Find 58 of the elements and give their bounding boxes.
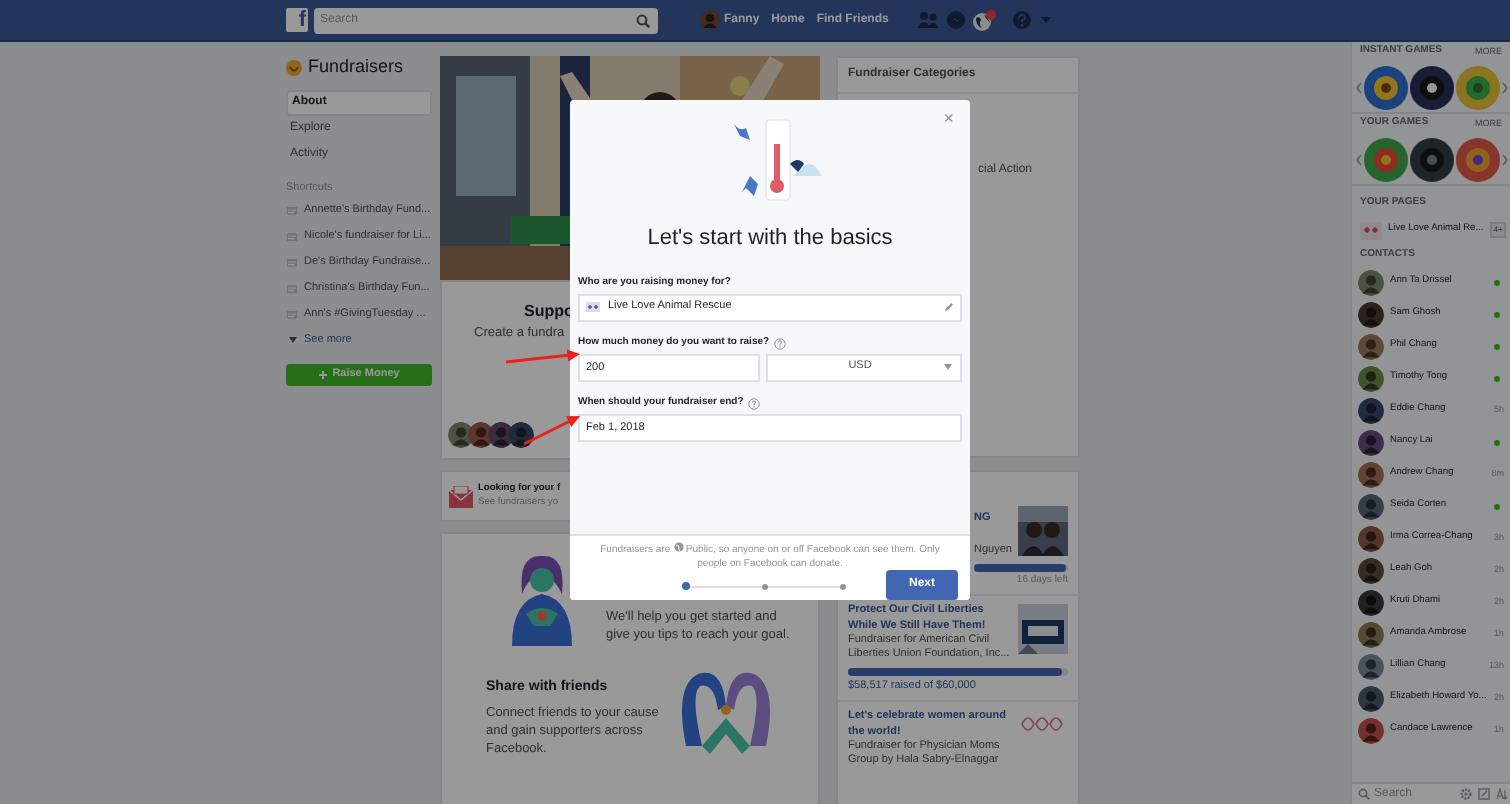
contact-avatar	[1358, 301, 1384, 327]
organization-logo-icon	[586, 302, 600, 312]
fundraiser-icon	[286, 258, 298, 268]
contact-avatar	[1358, 333, 1384, 359]
page-title: Fundraisers	[308, 54, 404, 81]
game-icon[interactable]	[1363, 65, 1407, 109]
contact-avatar	[1358, 461, 1384, 487]
chevron-left-icon[interactable]	[1355, 153, 1361, 165]
logo[interactable]: f	[286, 8, 308, 32]
contact-avatar	[1358, 397, 1384, 423]
contact-avatar	[1358, 429, 1384, 455]
compose-icon[interactable]	[1478, 788, 1490, 800]
contact-avatar	[1358, 653, 1384, 679]
game-icon[interactable]	[1455, 65, 1499, 109]
contact-avatar	[1358, 621, 1384, 647]
contact-avatar	[1358, 525, 1384, 551]
fundraiser-icon	[286, 232, 298, 242]
search-icon[interactable]	[636, 13, 650, 27]
game-icon[interactable]	[1409, 65, 1453, 109]
messenger-icon[interactable]	[946, 10, 967, 30]
help-icon[interactable]	[773, 337, 786, 349]
contact-avatar	[1358, 557, 1384, 583]
caret-icon	[944, 364, 952, 370]
user-avatar	[700, 10, 720, 30]
pencil-icon[interactable]	[944, 302, 954, 312]
chevron-right-icon[interactable]	[1501, 153, 1507, 165]
contact-avatar	[1358, 589, 1384, 615]
game-icon[interactable]	[1455, 137, 1499, 181]
annotation-arrow	[505, 349, 580, 364]
caret-icon	[288, 336, 298, 344]
modal-title: Let's start with the basics	[645, 224, 895, 254]
globe-icon	[673, 542, 684, 552]
chevron-right-icon[interactable]	[1501, 81, 1507, 93]
game-icon[interactable]	[1363, 137, 1407, 181]
fundraiser-icon	[286, 284, 298, 294]
help-icon[interactable]	[1012, 10, 1033, 30]
search-icon[interactable]	[1358, 788, 1370, 800]
contact-avatar	[1358, 685, 1384, 711]
friends-icon[interactable]	[916, 10, 941, 30]
annotation-arrow	[523, 416, 580, 446]
contact-avatar	[1358, 365, 1384, 391]
friend-avatar	[508, 422, 534, 448]
contact-avatar	[1358, 493, 1384, 519]
game-icon[interactable]	[1409, 137, 1453, 181]
settings-icon[interactable]	[1460, 788, 1472, 800]
caret-icon[interactable]	[1040, 16, 1053, 24]
contact-avatar	[1358, 717, 1384, 743]
chevron-left-icon[interactable]	[1355, 81, 1361, 93]
coin-icon	[286, 60, 302, 76]
text-size-icon[interactable]	[1496, 788, 1508, 800]
envelope-icon	[448, 485, 474, 507]
fundraiser-icon	[286, 206, 298, 216]
contact-avatar	[1358, 269, 1384, 295]
fundraiser-icon	[286, 310, 298, 320]
notifications-icon[interactable]	[972, 9, 997, 31]
plus-icon	[318, 370, 329, 380]
page-logo-icon	[1360, 221, 1382, 239]
help-icon[interactable]	[747, 397, 760, 409]
